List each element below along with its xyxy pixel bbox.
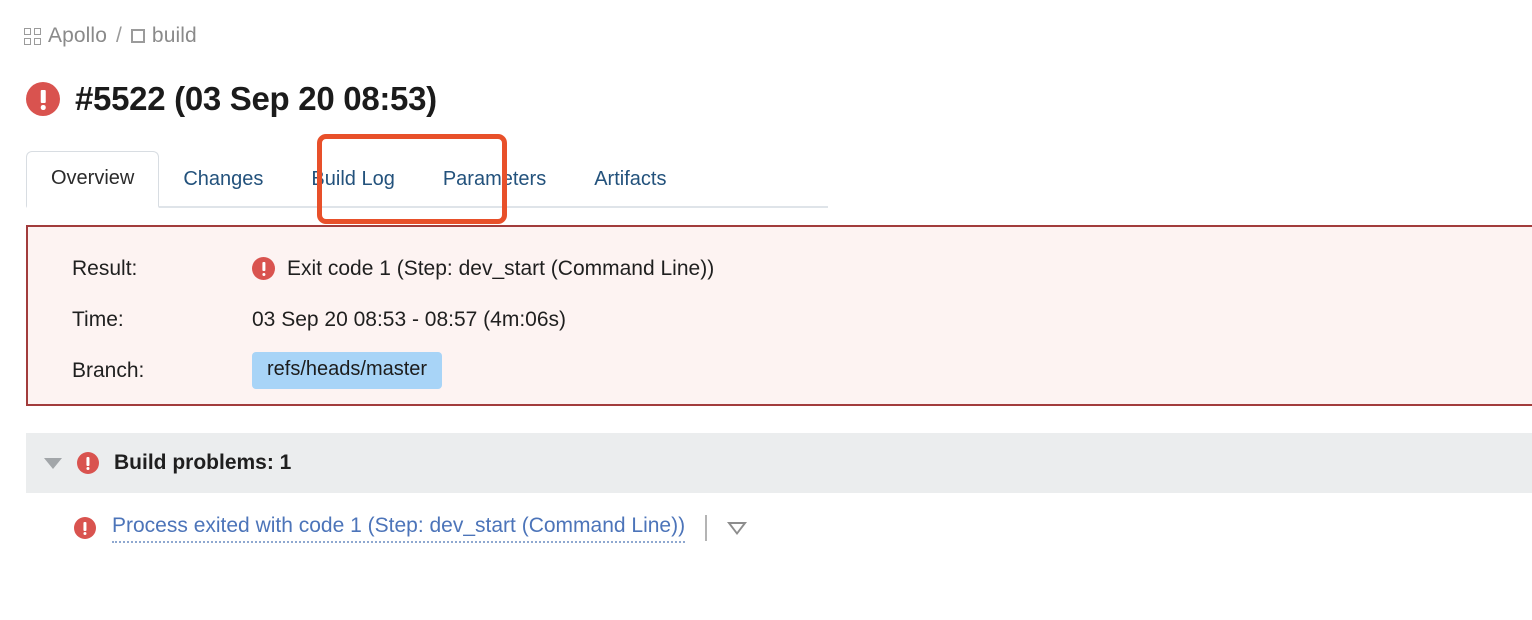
branch-badge[interactable]: refs/heads/master xyxy=(252,352,443,389)
build-problems-title: Build problems: 1 xyxy=(114,451,292,474)
tab-overview[interactable]: Overview xyxy=(26,151,160,208)
result-row: Result: Exit code 1 (Step: dev_start (Co… xyxy=(28,243,1532,294)
time-label: Time: xyxy=(72,307,124,331)
tab-parameters[interactable]: Parameters xyxy=(419,150,570,206)
tab-changes[interactable]: Changes xyxy=(159,150,287,206)
branch-label: Branch: xyxy=(72,358,145,382)
result-label: Result: xyxy=(72,256,138,280)
breadcrumb-item-project[interactable]: Apollo xyxy=(24,24,107,48)
error-icon xyxy=(252,257,275,280)
breadcrumb-build-label: build xyxy=(151,24,197,47)
branch-value: refs/heads/master xyxy=(252,352,443,389)
square-icon xyxy=(130,29,145,43)
tab-artifacts[interactable]: Artifacts xyxy=(570,150,690,206)
time-row: Time: 03 Sep 20 08:53 - 08:57 (4m:06s) xyxy=(28,294,1532,345)
error-icon xyxy=(26,82,60,116)
breadcrumb-separator: / xyxy=(115,24,122,47)
page-title-text: #5522 (03 Sep 20 08:53) xyxy=(75,80,437,117)
triangle-down-icon[interactable] xyxy=(727,521,748,535)
time-value-text: 03 Sep 20 08:53 - 08:57 (4m:06s) xyxy=(252,307,567,331)
grid-icon xyxy=(24,27,41,45)
breadcrumb-project-label: Apollo xyxy=(48,24,107,47)
result-value-text: Exit code 1 (Step: dev_start (Command Li… xyxy=(287,256,715,280)
error-icon xyxy=(74,517,96,539)
time-value: 03 Sep 20 08:53 - 08:57 (4m:06s) xyxy=(252,308,566,332)
result-panel: Result: Exit code 1 (Step: dev_start (Co… xyxy=(26,225,1532,406)
build-problem-item: Process exited with code 1 (Step: dev_st… xyxy=(26,500,1532,556)
separator xyxy=(705,515,708,541)
result-value: Exit code 1 (Step: dev_start (Command Li… xyxy=(252,257,714,281)
page-title: #5522 (03 Sep 20 08:53) xyxy=(26,80,437,118)
caret-down-icon[interactable] xyxy=(44,457,62,469)
build-problem-link[interactable]: Process exited with code 1 (Step: dev_st… xyxy=(112,514,686,543)
build-problems-header[interactable]: Build problems: 1 xyxy=(26,433,1532,493)
breadcrumb: Apollo / build xyxy=(24,24,197,48)
tab-build-log[interactable]: Build Log xyxy=(287,150,418,206)
branch-row: Branch: refs/heads/master xyxy=(28,345,1532,396)
build-overview-page: Apollo / build #5522 (03 Sep 20 08:53) O… xyxy=(0,0,1532,620)
tab-bar: Overview Changes Build Log Parameters Ar… xyxy=(26,150,828,208)
breadcrumb-item-build[interactable]: build xyxy=(130,24,197,48)
error-icon xyxy=(77,452,99,474)
